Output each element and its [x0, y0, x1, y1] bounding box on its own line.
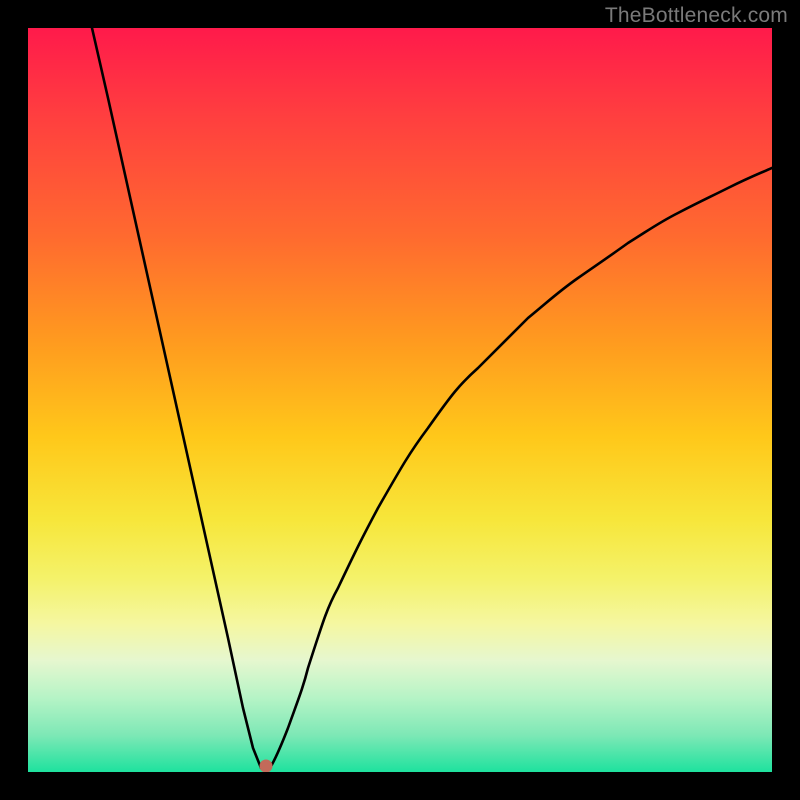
- min-point-marker: [260, 760, 273, 773]
- curve-svg: [28, 28, 772, 772]
- chart-frame: TheBottleneck.com: [0, 0, 800, 800]
- chart-plot-area: [28, 28, 772, 772]
- bottleneck-curve-path: [92, 28, 772, 768]
- watermark-text: TheBottleneck.com: [605, 4, 788, 28]
